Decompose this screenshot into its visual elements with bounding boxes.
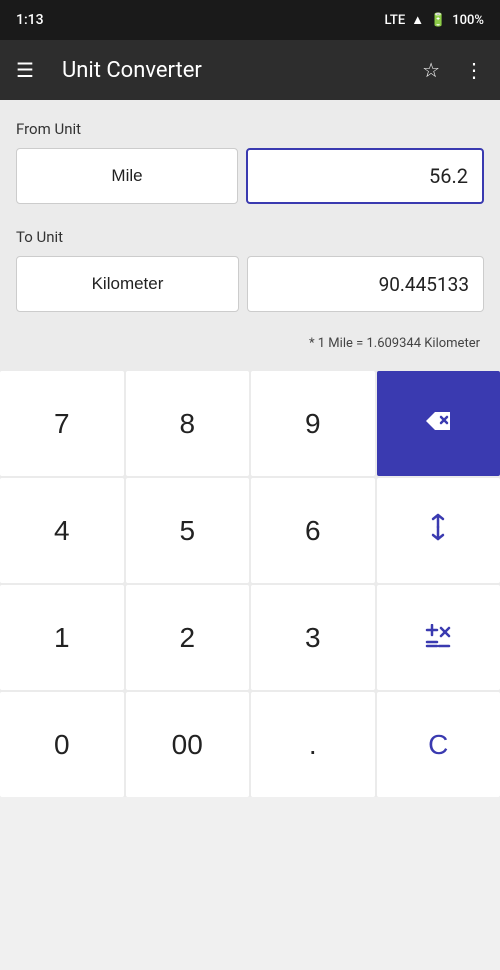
from-unit-button[interactable]: Mile [16, 148, 238, 204]
key-6[interactable]: 6 [251, 478, 375, 583]
more-button[interactable]: ⋮ [460, 54, 488, 87]
key-4[interactable]: 4 [0, 478, 124, 583]
key-1[interactable]: 1 [0, 585, 124, 690]
app-bar: ☰ Unit Converter ☆ ⋮ [0, 40, 500, 100]
to-unit-button[interactable]: Kilometer [16, 256, 239, 312]
key-clear[interactable]: C [377, 692, 500, 797]
time-display: 1:13 [16, 12, 44, 28]
to-unit-row: Kilometer 90.445133 [16, 256, 484, 312]
ops-icon [423, 624, 453, 652]
key-8[interactable]: 8 [126, 371, 250, 476]
key-dot[interactable]: . [251, 692, 375, 797]
key-2[interactable]: 2 [126, 585, 250, 690]
page-title: Unit Converter [62, 58, 402, 83]
key-0[interactable]: 0 [0, 692, 124, 797]
status-bar: 1:13 LTE ▲ 🔋 100% [0, 0, 500, 40]
to-unit-section: To Unit Kilometer 90.445133 [16, 228, 484, 312]
to-unit-label: To Unit [16, 228, 484, 246]
key-ops[interactable] [377, 585, 500, 690]
signal-icon: ▲ [411, 12, 424, 28]
status-icons: LTE ▲ 🔋 100% [384, 12, 484, 28]
key-backspace[interactable] [377, 371, 500, 476]
key-3[interactable]: 3 [251, 585, 375, 690]
menu-button[interactable]: ☰ [12, 54, 38, 87]
key-9[interactable]: 9 [251, 371, 375, 476]
to-unit-value: 90.445133 [247, 256, 484, 312]
battery-label: 100% [452, 13, 484, 28]
key-7[interactable]: 7 [0, 371, 124, 476]
key-5[interactable]: 5 [126, 478, 250, 583]
more-icon: ⋮ [464, 58, 484, 83]
key-00[interactable]: 00 [126, 692, 250, 797]
conversion-note: * 1 Mile = 1.609344 Kilometer [16, 336, 484, 351]
from-unit-row: Mile 56.2 [16, 148, 484, 204]
keypad: 7 8 9 4 5 6 [0, 371, 500, 797]
swap-icon [424, 513, 452, 548]
battery-icon: 🔋 [430, 13, 446, 28]
clear-icon: C [428, 729, 448, 761]
app-bar-actions: ☆ ⋮ [418, 54, 488, 87]
from-unit-label: From Unit [16, 120, 484, 138]
backspace-icon [424, 410, 452, 438]
from-unit-section: From Unit Mile 56.2 [16, 120, 484, 204]
from-unit-value[interactable]: 56.2 [246, 148, 484, 204]
main-content: From Unit Mile 56.2 To Unit Kilometer 90… [0, 100, 500, 371]
lte-label: LTE [384, 13, 405, 28]
key-swap[interactable] [377, 478, 500, 583]
menu-icon: ☰ [16, 58, 34, 83]
star-button[interactable]: ☆ [418, 54, 444, 87]
star-icon: ☆ [422, 58, 440, 83]
